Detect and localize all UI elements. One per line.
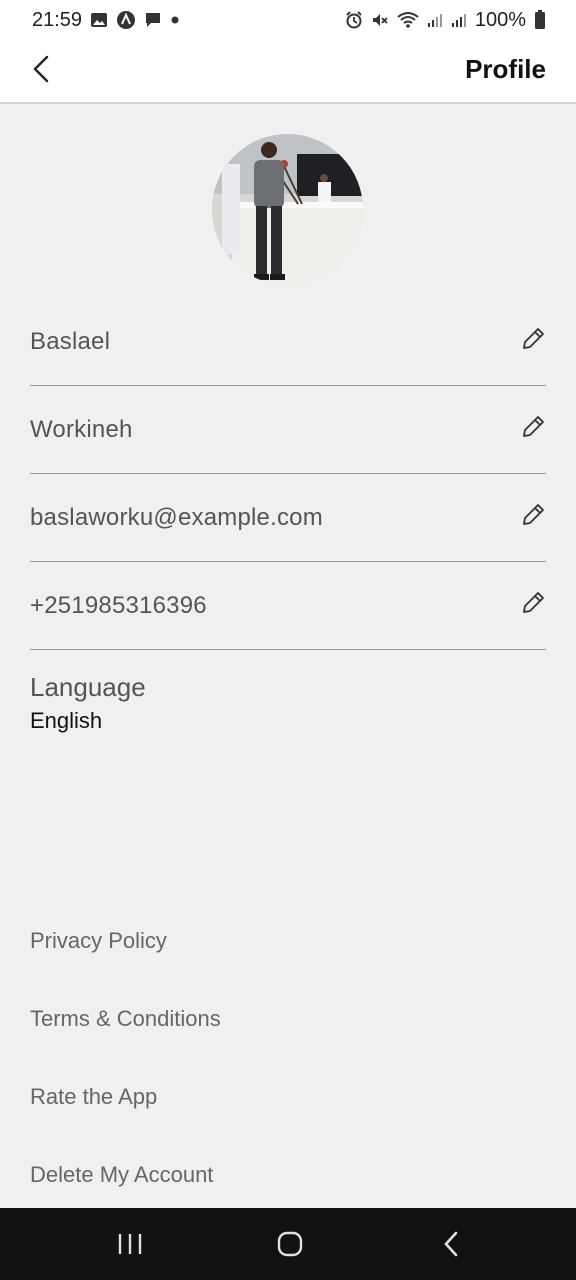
battery-icon <box>535 10 545 29</box>
signal-icon <box>427 14 442 27</box>
chevron-left-icon[interactable] <box>26 52 60 86</box>
system-nav-bar <box>0 1208 576 1280</box>
battery-percent: 100% <box>474 8 526 31</box>
dot-icon <box>171 16 179 24</box>
avatar[interactable] <box>212 134 363 285</box>
email-field: baslaworku@example.com <box>30 474 546 562</box>
phone-field: +251985316396 <box>30 562 546 650</box>
home-icon[interactable] <box>270 1228 310 1260</box>
last-name-field: Workineh <box>30 386 546 474</box>
last-name-value: Workineh <box>30 416 133 443</box>
status-bar: 21:59 100% <box>0 0 576 40</box>
terms-conditions-link[interactable]: Terms & Conditions <box>30 1006 221 1032</box>
pencil-icon[interactable] <box>520 326 546 352</box>
email-value: baslaworku@example.com <box>30 504 323 531</box>
status-time: 21:59 <box>32 8 83 31</box>
profile-photo <box>212 134 363 285</box>
language-label: Language <box>30 672 146 702</box>
pencil-icon[interactable] <box>520 590 546 616</box>
pencil-icon[interactable] <box>520 502 546 528</box>
wifi-icon <box>397 12 419 28</box>
app-header: Profile <box>0 40 576 104</box>
alarm-icon <box>346 11 362 29</box>
image-icon <box>91 13 108 27</box>
privacy-policy-link[interactable]: Privacy Policy <box>30 928 167 954</box>
language-value[interactable]: English <box>30 708 102 734</box>
mute-icon <box>372 14 388 26</box>
status-left: 21:59 <box>32 9 180 32</box>
message-icon <box>146 13 161 27</box>
back-icon[interactable] <box>432 1228 472 1260</box>
rate-app-link[interactable]: Rate the App <box>30 1084 157 1110</box>
delete-account-link[interactable]: Delete My Account <box>30 1162 213 1188</box>
first-name-value: Baslael <box>30 328 111 355</box>
status-right: 100% <box>345 9 546 32</box>
app-icon <box>117 11 136 29</box>
phone-value: +251985316396 <box>30 592 207 619</box>
recent-apps-icon[interactable] <box>110 1228 150 1260</box>
page-title: Profile <box>465 54 546 84</box>
pencil-icon[interactable] <box>520 414 546 440</box>
signal-icon <box>451 14 466 27</box>
first-name-field: Baslael <box>30 298 546 386</box>
